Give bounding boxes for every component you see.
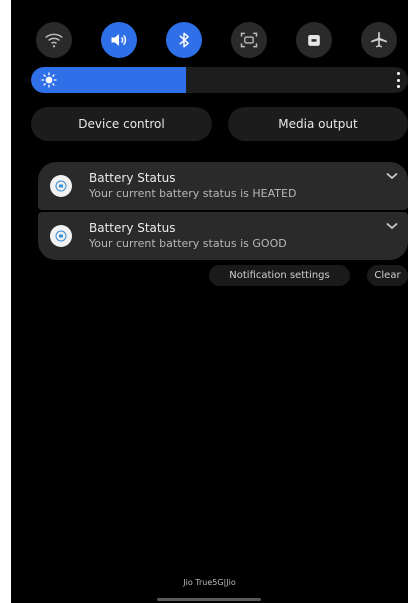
app-icon xyxy=(50,175,72,197)
media-output-button[interactable]: Media output xyxy=(228,107,408,141)
notification-text: Your current battery status is GOOD xyxy=(89,237,287,250)
volume-icon xyxy=(111,34,127,46)
notification-shade: Device control Media output Battery Stat… xyxy=(11,0,408,603)
airplane-toggle[interactable] xyxy=(361,22,397,58)
quick-settings-row xyxy=(36,22,401,58)
chevron-down-icon[interactable] xyxy=(386,222,398,230)
screen-capture-toggle[interactable] xyxy=(231,22,267,58)
carrier-label: Jio True5G|Jio xyxy=(183,578,236,587)
notification-settings-button[interactable]: Notification settings xyxy=(209,265,350,286)
airplane-icon xyxy=(371,32,387,48)
notification-card[interactable]: Battery Status Your current battery stat… xyxy=(38,212,408,260)
bluetooth-icon xyxy=(179,32,189,48)
lock-toggle[interactable] xyxy=(296,22,332,58)
app-icon xyxy=(50,225,72,247)
battery-app-icon xyxy=(55,230,67,242)
sound-toggle[interactable] xyxy=(101,22,137,58)
chevron-down-icon[interactable] xyxy=(386,172,398,180)
screen-capture-icon xyxy=(240,32,258,48)
device-control-button[interactable]: Device control xyxy=(31,107,212,141)
sun-icon xyxy=(41,72,57,88)
clear-button[interactable]: Clear xyxy=(367,265,408,286)
notification-settings-label: Notification settings xyxy=(229,270,330,281)
wifi-toggle[interactable] xyxy=(36,22,72,58)
notification-card[interactable]: Battery Status Your current battery stat… xyxy=(38,162,408,210)
media-output-label: Media output xyxy=(278,117,358,131)
bluetooth-toggle[interactable] xyxy=(166,22,202,58)
drag-handle[interactable] xyxy=(157,598,261,601)
more-options-icon[interactable] xyxy=(396,72,400,88)
device-control-label: Device control xyxy=(78,117,165,131)
notification-title: Battery Status xyxy=(89,171,176,185)
brightness-slider[interactable] xyxy=(31,67,408,93)
battery-app-icon xyxy=(55,180,67,192)
wifi-icon xyxy=(45,33,63,48)
notification-title: Battery Status xyxy=(89,221,176,235)
clear-label: Clear xyxy=(374,270,401,281)
lock-icon xyxy=(308,35,320,46)
notification-text: Your current battery status is HEATED xyxy=(89,187,297,200)
